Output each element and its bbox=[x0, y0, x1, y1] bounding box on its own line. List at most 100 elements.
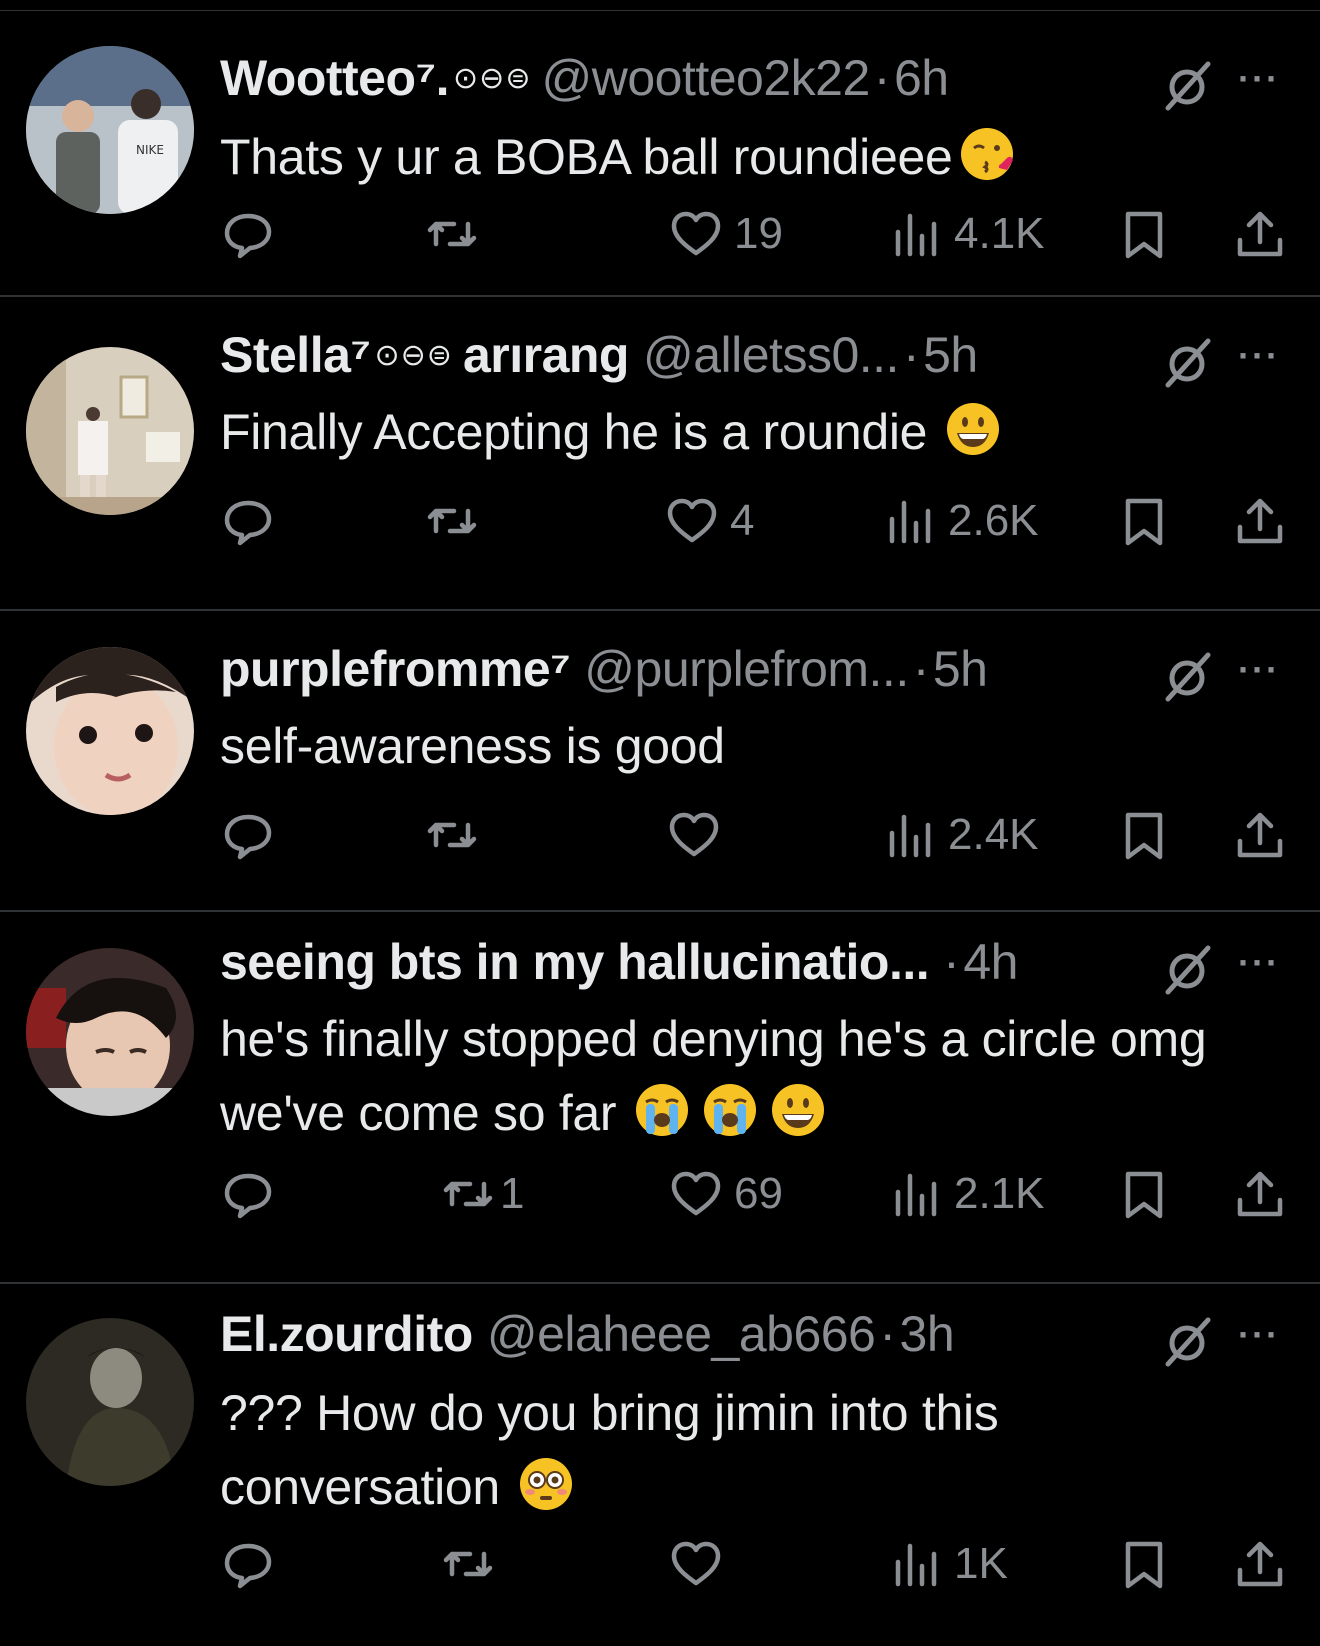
tweet-actions: 1K bbox=[220, 1534, 1300, 1594]
avatar[interactable] bbox=[26, 347, 194, 515]
retweet-button[interactable] bbox=[424, 805, 490, 865]
like-icon bbox=[669, 812, 719, 857]
timestamp[interactable]: 6h bbox=[894, 49, 949, 107]
views-button[interactable]: 2.4K bbox=[882, 805, 1039, 865]
like-button[interactable]: 19 bbox=[668, 204, 783, 264]
share-icon bbox=[1237, 812, 1283, 858]
timestamp[interactable]: 4h bbox=[963, 933, 1018, 991]
display-name[interactable]: seeing bts in my hallucinatio... bbox=[220, 933, 930, 991]
avatar[interactable] bbox=[26, 647, 194, 815]
reply-button[interactable] bbox=[220, 204, 286, 264]
tweet-text: self-awareness is good bbox=[220, 709, 1280, 783]
timestamp[interactable]: 3h bbox=[900, 1305, 955, 1363]
retweet-icon bbox=[443, 1181, 493, 1207]
like-button[interactable]: 4 bbox=[664, 491, 754, 551]
tweet-header: El.zourdito @elaheee_ab666 · 3h bbox=[220, 1304, 955, 1364]
views-button[interactable]: 2.1K bbox=[888, 1164, 1045, 1224]
view-count: 2.6K bbox=[948, 496, 1039, 545]
display-name[interactable]: purplefromme⁷ bbox=[220, 640, 571, 698]
tweet-1[interactable]: NIKE Wootteo⁷. ⊙⊖⊜ @wootteo2k22 · 6h ···… bbox=[0, 10, 1320, 297]
views-button[interactable]: 2.6K bbox=[882, 491, 1039, 551]
more-icon[interactable]: ··· bbox=[1238, 649, 1280, 691]
view-count: 2.4K bbox=[948, 810, 1039, 859]
tweet-3[interactable]: purplefromme⁷ @purplefrom... · 5h ··· se… bbox=[0, 611, 1320, 912]
share-button[interactable] bbox=[1232, 1164, 1288, 1224]
retweet-icon bbox=[427, 221, 477, 247]
retweet-button[interactable] bbox=[424, 204, 490, 264]
more-icon[interactable]: ··· bbox=[1238, 335, 1280, 377]
bookmark-button[interactable] bbox=[1116, 1164, 1172, 1224]
flushed-emoji bbox=[519, 1458, 572, 1510]
like-count: 19 bbox=[734, 209, 783, 258]
grok-icon[interactable] bbox=[1158, 1312, 1216, 1370]
user-handle[interactable]: @wootteo2k22 bbox=[541, 49, 870, 107]
like-icon bbox=[671, 1541, 721, 1586]
reply-button[interactable] bbox=[220, 805, 286, 865]
retweet-button[interactable] bbox=[440, 1534, 506, 1594]
tweet-text-content: ??? How do you bring jimin into this con… bbox=[220, 1385, 999, 1515]
reply-icon bbox=[224, 1543, 272, 1589]
views-button[interactable]: 4.1K bbox=[888, 204, 1045, 264]
display-name-suffix: arırang bbox=[462, 327, 630, 383]
like-icon bbox=[671, 1171, 721, 1216]
separator-dot: · bbox=[873, 50, 891, 106]
bookmark-icon bbox=[1125, 812, 1163, 860]
grok-icon[interactable] bbox=[1158, 56, 1216, 114]
avatar[interactable] bbox=[26, 948, 194, 1116]
user-handle[interactable]: @purplefrom... bbox=[584, 640, 909, 698]
user-handle[interactable]: @alletss0... bbox=[643, 326, 899, 384]
tweet-header: seeing bts in my hallucinatio... · 4h bbox=[220, 932, 1018, 992]
retweet-button[interactable] bbox=[424, 491, 490, 551]
separator-dot: · bbox=[912, 641, 930, 697]
bookmark-button[interactable] bbox=[1116, 1534, 1172, 1594]
display-name[interactable]: Wootteo⁷. bbox=[220, 49, 450, 107]
tweet-4[interactable]: seeing bts in my hallucinatio... · 4h ··… bbox=[0, 912, 1320, 1284]
share-button[interactable] bbox=[1232, 204, 1288, 264]
tweet-5[interactable]: El.zourdito @elaheee_ab666 · 3h ··· ??? … bbox=[0, 1284, 1320, 1646]
reply-button[interactable] bbox=[220, 1534, 286, 1594]
tweet-header: purplefromme⁷ @purplefrom... · 5h bbox=[220, 639, 988, 699]
avatar[interactable]: NIKE bbox=[26, 46, 194, 214]
share-icon bbox=[1237, 1171, 1283, 1217]
user-handle[interactable]: @elaheee_ab666 bbox=[487, 1305, 876, 1363]
timestamp[interactable]: 5h bbox=[923, 326, 978, 384]
tweet-actions: 19 4.1K bbox=[220, 204, 1300, 264]
share-icon bbox=[1237, 211, 1283, 257]
bookmark-button[interactable] bbox=[1116, 491, 1172, 551]
like-button[interactable] bbox=[666, 805, 732, 865]
view-count: 2.1K bbox=[954, 1169, 1045, 1218]
bookmark-button[interactable] bbox=[1116, 204, 1172, 264]
tweet-header: Wootteo⁷. ⊙⊖⊜ @wootteo2k22 · 6h bbox=[220, 48, 949, 108]
timestamp[interactable]: 5h bbox=[933, 640, 988, 698]
like-count: 4 bbox=[730, 496, 755, 545]
views-button[interactable]: 1K bbox=[888, 1534, 1008, 1594]
display-name[interactable]: El.zourdito bbox=[220, 1305, 473, 1363]
tweet-text: ??? How do you bring jimin into this con… bbox=[220, 1376, 1120, 1524]
bookmark-button[interactable] bbox=[1116, 805, 1172, 865]
reply-button[interactable] bbox=[220, 491, 286, 551]
grok-icon[interactable] bbox=[1158, 647, 1216, 705]
share-button[interactable] bbox=[1232, 1534, 1288, 1594]
tweet-actions: 1 69 2.1K bbox=[220, 1164, 1300, 1224]
name-badges: ⊙⊖⊜ bbox=[453, 61, 532, 95]
retweet-count: 1 bbox=[500, 1169, 525, 1218]
like-button[interactable]: 69 bbox=[668, 1164, 783, 1224]
display-name[interactable]: Stella⁷ bbox=[220, 326, 371, 384]
like-button[interactable] bbox=[668, 1534, 734, 1594]
tweet-2[interactable]: Stella⁷ ⊙⊖⊜ arırang @alletss0... · 5h ··… bbox=[0, 297, 1320, 611]
share-button[interactable] bbox=[1232, 805, 1288, 865]
like-icon bbox=[671, 211, 721, 256]
loudly-crying-emoji bbox=[636, 1084, 689, 1136]
grok-icon[interactable] bbox=[1158, 333, 1216, 391]
more-icon[interactable]: ··· bbox=[1238, 1314, 1280, 1356]
retweet-button[interactable]: 1 bbox=[440, 1164, 524, 1224]
tweet-text-content: Finally Accepting he is a roundie bbox=[220, 404, 928, 460]
reply-button[interactable] bbox=[220, 1164, 286, 1224]
avatar[interactable] bbox=[26, 1318, 194, 1486]
more-icon[interactable]: ··· bbox=[1238, 58, 1280, 100]
share-icon bbox=[1237, 1541, 1283, 1587]
share-button[interactable] bbox=[1232, 491, 1288, 551]
grok-icon[interactable] bbox=[1158, 940, 1216, 998]
more-icon[interactable]: ··· bbox=[1238, 942, 1280, 984]
view-count: 4.1K bbox=[954, 209, 1045, 258]
